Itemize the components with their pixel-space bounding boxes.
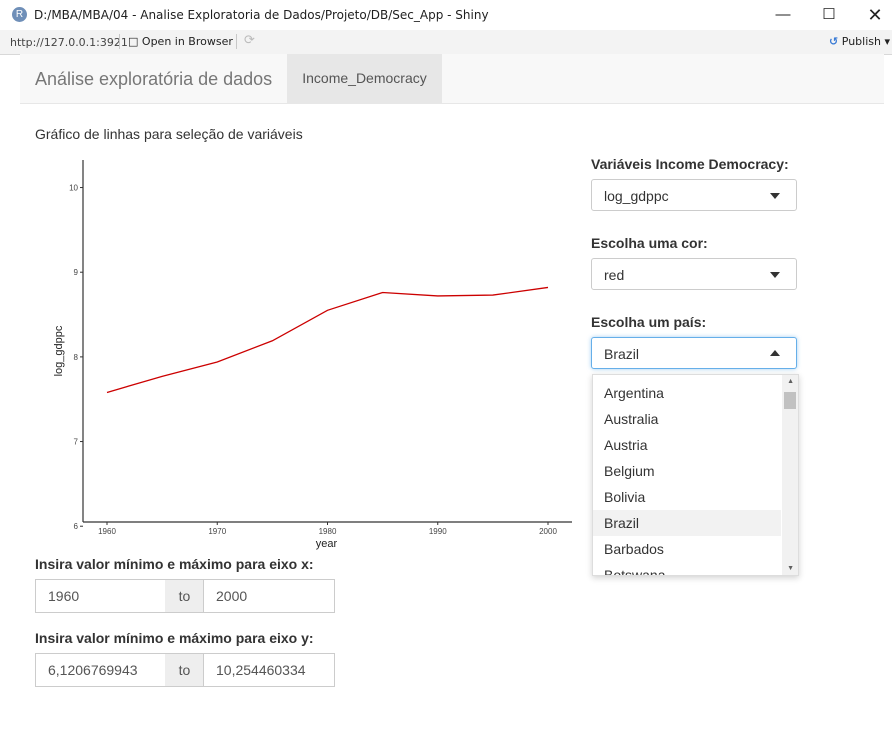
country-option[interactable]: Bolivia <box>593 484 781 510</box>
scroll-up-icon[interactable]: ▲ <box>787 378 794 385</box>
x-range-input: 1960 to 2000 <box>35 579 335 613</box>
color-value: red <box>604 267 625 283</box>
navbar: Análise exploratória de dados Income_Dem… <box>20 54 884 104</box>
y-tick-label: 10 <box>69 184 78 193</box>
variable-value: log_gdppc <box>604 188 669 204</box>
country-option[interactable]: Botswana <box>593 562 781 575</box>
variable-label: Variáveis Income Democracy: <box>591 156 789 172</box>
country-value: Brazil <box>604 346 640 362</box>
country-option[interactable]: Austria <box>593 432 781 458</box>
y-range-input: 6,1206769943 to 10,254460334 <box>35 653 335 687</box>
x-range-label: Insira valor mínimo e máximo para eixo x… <box>35 556 314 572</box>
x-min-input[interactable]: 1960 <box>35 579 166 613</box>
country-option[interactable]: Barbados <box>593 536 781 562</box>
r-app-icon: R <box>12 7 27 22</box>
y-axis-title: log_gdppc <box>53 325 65 376</box>
dropdown-scrollbar[interactable]: ▲ ▼ <box>782 375 798 575</box>
open-in-browser-button[interactable]: □ Open in Browser <box>128 35 233 48</box>
maximize-icon[interactable]: ☐ <box>806 0 852 30</box>
x-tick-label: 1970 <box>208 527 226 536</box>
toolbar-divider <box>119 34 120 49</box>
x-tick-label: 1960 <box>98 527 116 536</box>
y-tick-label: 8 <box>74 353 79 362</box>
color-select[interactable]: red <box>591 258 797 290</box>
publish-button[interactable]: ↺ Publish ▾ <box>829 35 890 48</box>
y-tick-label: 6 <box>74 522 79 531</box>
x-axis-title: year <box>316 538 338 550</box>
x-tick-label: 1980 <box>319 527 337 536</box>
country-option[interactable]: Australia <box>593 406 781 432</box>
scrollbar-thumb[interactable] <box>784 392 796 409</box>
y-range-separator: to <box>165 653 204 687</box>
x-tick-label: 1990 <box>429 527 447 536</box>
country-dropdown: Argentina Australia Austria Belgium Bolivia B… <box>592 374 799 576</box>
line-chart: 6 7 8 9 10 1960 1970 1980 1990 2000 year log_gdppc <box>53 160 572 550</box>
x-range-separator: to <box>165 579 204 613</box>
window-title: D:/MBA/MBA/04 - Analise Exploratoria de … <box>34 8 489 22</box>
x-max-input[interactable]: 2000 <box>203 579 335 613</box>
navbar-brand: Análise exploratória de dados <box>35 69 273 89</box>
caret-up-icon <box>770 350 780 356</box>
y-tick-label: 9 <box>74 268 79 277</box>
country-option[interactable]: Brazil <box>593 510 781 536</box>
close-icon[interactable]: ✕ <box>852 0 892 30</box>
color-label: Escolha uma cor: <box>591 235 708 251</box>
minimize-icon[interactable]: — <box>760 0 806 30</box>
window-titlebar: R D:/MBA/MBA/04 - Analise Exploratoria d… <box>0 0 892 30</box>
scroll-down-icon[interactable]: ▼ <box>787 565 794 572</box>
series-line <box>106 286 549 394</box>
y-max-input[interactable]: 10,254460334 <box>203 653 335 687</box>
publish-label: Publish <box>841 35 881 48</box>
country-option[interactable]: Argentina <box>593 380 781 406</box>
chart-heading: Gráfico de linhas para seleção de variáv… <box>35 126 303 142</box>
y-min-input[interactable]: 6,1206769943 <box>35 653 166 687</box>
refresh-icon[interactable]: ⟳ <box>244 33 255 48</box>
country-label: Escolha um país: <box>591 314 707 330</box>
tab-income-democracy[interactable]: Income_Democracy <box>287 54 442 103</box>
caret-down-icon <box>770 193 780 199</box>
url-label: http://127.0.0.1:3921 <box>10 36 128 49</box>
viewer-toolbar: http://127.0.0.1:3921 □ Open in Browser … <box>0 30 892 55</box>
x-tick-label: 2000 <box>539 527 557 536</box>
y-range-label: Insira valor mínimo e máximo para eixo y… <box>35 630 314 646</box>
toolbar-divider <box>236 34 237 49</box>
y-tick-label: 7 <box>74 438 79 447</box>
browser-icon: □ <box>128 35 139 48</box>
variable-select[interactable]: log_gdppc <box>591 179 797 211</box>
caret-down-icon <box>770 272 780 278</box>
publish-icon: ↺ <box>829 35 839 48</box>
country-option[interactable]: Belgium <box>593 458 781 484</box>
open-in-browser-label: Open in Browser <box>141 35 233 48</box>
country-select[interactable]: Brazil <box>591 337 797 369</box>
